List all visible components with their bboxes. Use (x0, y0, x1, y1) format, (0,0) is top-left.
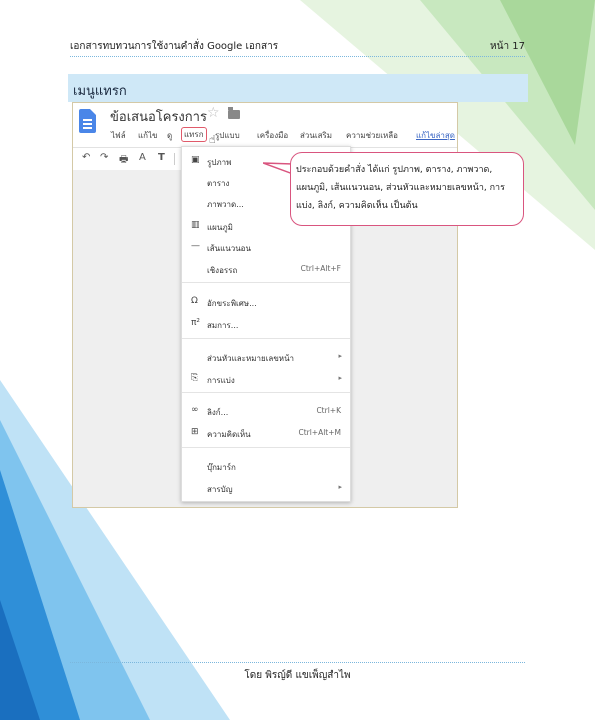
section-heading: เมนูแทรก (68, 74, 528, 102)
submenu-arrow-icon: ▸ (338, 374, 342, 382)
menu-item-link[interactable]: ∞ ลิงก์... Ctrl+K (182, 403, 350, 419)
toolbar-separator (174, 153, 175, 165)
menu-item-table-of-contents[interactable]: สารบัญ ▸ (182, 480, 350, 496)
star-icon[interactable]: ☆ (207, 105, 220, 121)
section-title: เมนูแทรก (73, 84, 127, 99)
page-break-icon: ⎘ (191, 373, 199, 383)
menu-item-label: สมการ... (207, 321, 239, 330)
submenu-arrow-icon: ▸ (338, 483, 342, 491)
link-icon: ∞ (191, 405, 199, 415)
print-icon[interactable]: 🖶 (119, 152, 128, 169)
menu-item-equation[interactable]: π² สมการ... (182, 316, 350, 332)
menu-edit[interactable]: แก้ไข (138, 129, 158, 142)
menu-addons[interactable]: ส่วนเสริม (300, 129, 332, 142)
menu-item-comment[interactable]: ⊞ ความคิดเห็น Ctrl+Alt+M (182, 425, 350, 441)
horizontal-line-icon: — (191, 241, 200, 251)
menu-item-label: ตาราง (207, 179, 230, 188)
menu-item-break[interactable]: ⎘ การแบ่ง ▸ (182, 371, 350, 387)
header-title: เอกสารทบทวนการใช้งานคำสั่ง Google เอกสาร (70, 41, 279, 52)
spellcheck-icon[interactable]: A (139, 152, 146, 163)
page-number: หน้า 17 (490, 41, 525, 52)
page-header: เอกสารทบทวนการใช้งานคำสั่ง Google เอกสาร… (70, 37, 525, 55)
menu-item-label: แผนภูมิ (207, 223, 233, 232)
callout-box: ประกอบด้วยคำสั่ง ได้แก่ รูปภาพ, ตาราง, ภ… (290, 152, 524, 226)
menu-divider (182, 392, 350, 393)
menu-item-label: เชิงอรรถ (207, 266, 238, 275)
callout-pointer (263, 162, 293, 175)
header-divider (70, 56, 525, 57)
menu-item-label: ส่วนหัวและหมายเลขหน้า (207, 354, 295, 363)
comment-icon: ⊞ (191, 427, 199, 437)
menu-tools[interactable]: เครื่องมือ (257, 129, 288, 142)
mouse-cursor-icon: ☝ (209, 133, 216, 146)
last-edit-link[interactable]: แก้ไขล่าสุด (416, 129, 455, 142)
undo-icon[interactable]: ↶ (82, 152, 90, 163)
shortcut-label: Ctrl+Alt+M (298, 428, 341, 437)
footer-author: โดย พิรญ์ดี แขเพ็ญสำไพ (244, 670, 351, 681)
menu-item-horizontal-line[interactable]: — เส้นแนวนอน (182, 239, 350, 255)
menu-item-label: การแบ่ง (207, 376, 235, 385)
menu-item-footnote[interactable]: เชิงอรรถ Ctrl+Alt+F (182, 261, 350, 277)
menu-item-label: เส้นแนวนอน (207, 244, 251, 253)
shortcut-label: Ctrl+K (316, 406, 341, 415)
doc-title[interactable]: ข้อเสนอโครงการ (110, 106, 207, 127)
callout-text: ประกอบด้วยคำสั่ง ได้แก่ รูปภาพ, ตาราง, ภ… (296, 165, 505, 211)
menu-divider (182, 338, 350, 339)
footer-divider (70, 662, 525, 663)
menu-item-label: สารบัญ (207, 485, 233, 494)
menu-item-headers-page-numbers[interactable]: ส่วนหัวและหมายเลขหน้า ▸ (182, 349, 350, 365)
menu-view[interactable]: ดู (167, 129, 172, 142)
menu-item-label: ลิงก์... (207, 408, 229, 417)
menu-item-bookmark[interactable]: บุ๊กมาร์ก (182, 458, 350, 474)
submenu-arrow-icon: ▸ (338, 352, 342, 360)
menu-divider (182, 447, 350, 448)
menu-file[interactable]: ไฟล์ (111, 129, 126, 142)
menu-item-label: บุ๊กมาร์ก (207, 463, 236, 472)
equation-icon: π² (191, 318, 201, 328)
menu-item-label: อักขระพิเศษ... (207, 299, 257, 308)
paint-format-icon[interactable]: T (158, 152, 165, 163)
menu-help[interactable]: ความช่วยเหลือ (346, 129, 398, 142)
redo-icon[interactable]: ↷ (100, 152, 108, 163)
menu-divider (182, 282, 350, 283)
menu-format[interactable]: รูปแบบ (215, 129, 240, 142)
menu-insert[interactable]: แทรก (181, 127, 207, 142)
chart-icon: ▥ (191, 220, 200, 230)
menu-item-special-characters[interactable]: Ω อักขระพิเศษ... (182, 294, 350, 310)
docs-logo-icon (79, 109, 96, 133)
shortcut-label: Ctrl+Alt+F (300, 264, 341, 273)
menu-item-label: รูปภาพ (207, 158, 232, 167)
menu-item-label: ความคิดเห็น (207, 430, 251, 439)
folder-icon[interactable] (228, 107, 240, 119)
image-icon: ▣ (191, 155, 200, 165)
omega-icon: Ω (191, 296, 198, 306)
menu-item-label: ภาพวาด... (207, 200, 244, 209)
